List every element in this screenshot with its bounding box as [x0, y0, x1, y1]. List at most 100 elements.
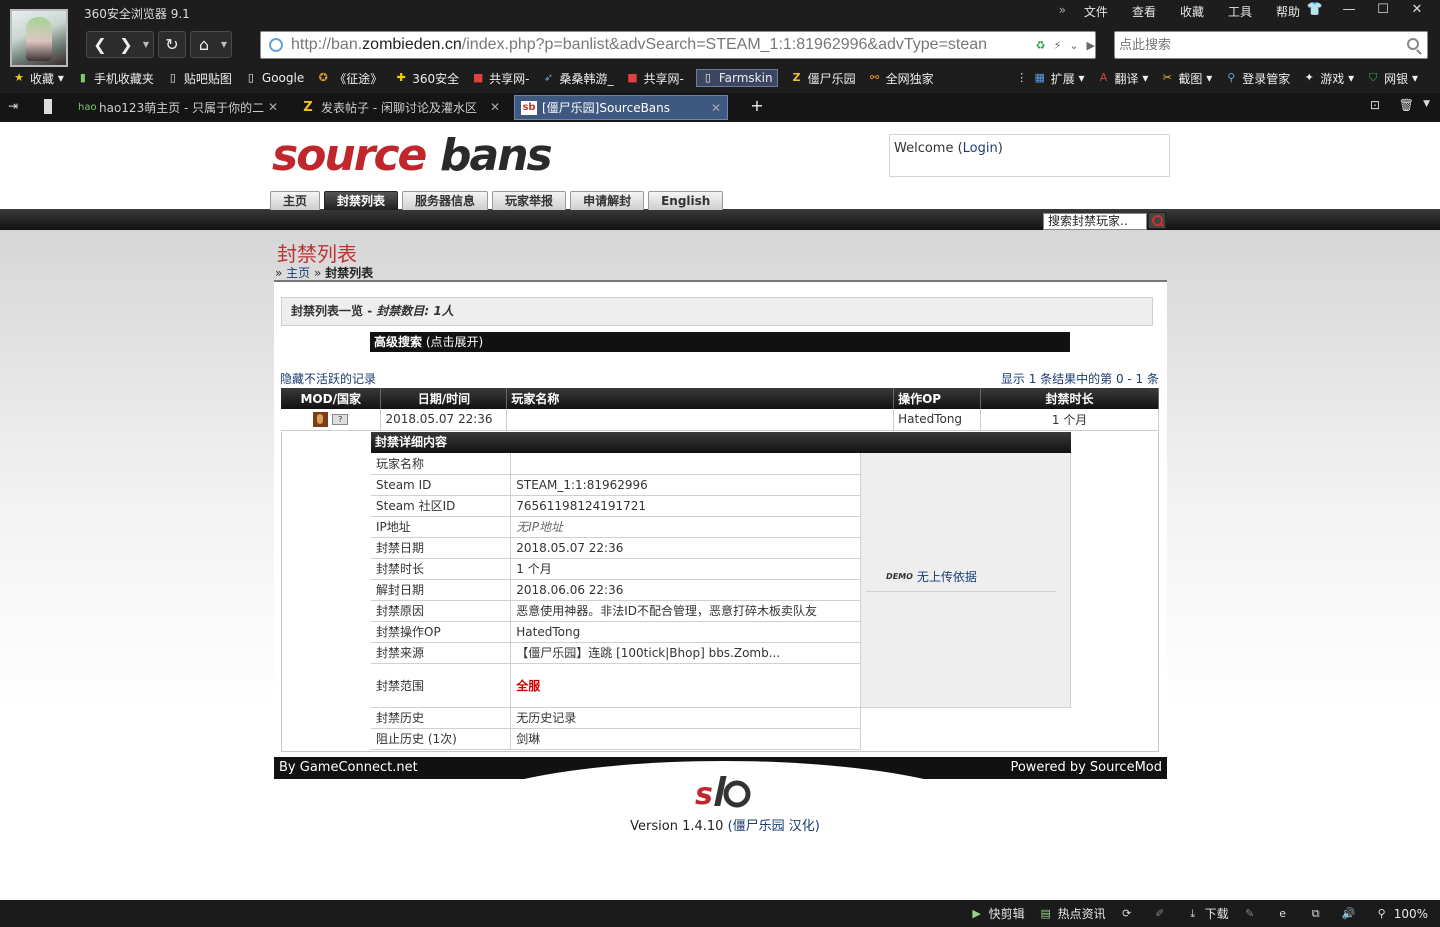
bookmark-mobile-favorites[interactable]: ▮ 手机收藏夹 — [76, 70, 154, 87]
home-button[interactable]: ⌂ — [191, 35, 217, 54]
breadcrumb-home[interactable]: 主页 — [286, 266, 310, 280]
hot-news-button[interactable]: ▤ 热点资讯 — [1039, 905, 1105, 922]
detail-scope: 全服 — [510, 663, 862, 708]
volume-icon[interactable]: 🔊 — [1342, 907, 1361, 921]
game-icon: ✪ — [318, 71, 328, 84]
maximize-button[interactable]: ☐ — [1366, 0, 1400, 22]
refresh-button[interactable]: ↻ — [159, 35, 185, 54]
user-avatar[interactable] — [10, 9, 68, 67]
tab-sourcebans[interactable]: sb [僵尸乐园]SourceBans ✕ — [514, 95, 728, 120]
extensions-button[interactable]: ⋮ ▦ 扩展 ▾ — [1015, 70, 1084, 87]
restore-tab-icon[interactable]: ⊡ — [1370, 98, 1380, 112]
bookmark-tieba[interactable]: ▯ 贴吧贴图 — [166, 70, 232, 87]
hide-inactive-link[interactable]: 隐藏不活跃的记录 — [280, 370, 376, 387]
translate-button[interactable]: A 翻译 ▾ — [1097, 70, 1149, 87]
menu-collapse-icon[interactable]: » — [1053, 3, 1072, 20]
go-icon[interactable]: ▶ — [1087, 39, 1095, 52]
bank-button[interactable]: ⛉ 网银 ▾ — [1366, 70, 1418, 87]
forward-button[interactable]: ❯ — [113, 35, 139, 54]
bookmark-zombieden[interactable]: Z 僵尸乐园 — [790, 70, 856, 87]
bookmark-share-1[interactable]: ■ 共享网- — [471, 70, 530, 87]
gamepad-icon: ✦ — [1304, 71, 1314, 84]
version-link[interactable]: (僵尸乐园 汉化) — [728, 819, 820, 834]
sidebar-toggle-icon[interactable]: ⇥ — [8, 99, 18, 113]
plus-icon: ✚ — [396, 71, 406, 84]
close-tab-icon[interactable]: ✕ — [490, 100, 500, 114]
nav-english[interactable]: English — [648, 191, 724, 210]
clean-icon[interactable]: ✐ — [1153, 907, 1172, 921]
footer-credit-left[interactable]: By GameConnect.net — [279, 757, 418, 779]
login-manager-button[interactable]: ⚲ 登录管家 — [1224, 70, 1290, 87]
page-icon: ▯ — [169, 71, 176, 84]
bookmark-sangsang[interactable]: ➶ 桑桑韩游_ — [541, 70, 614, 87]
bookmark-farmskin[interactable]: ▯ Farmskin — [695, 69, 778, 87]
nav-report[interactable]: 玩家举报 — [492, 191, 567, 210]
tab-hao123[interactable]: hao hao123萌主页 - 只属于你的二 ✕ — [72, 95, 284, 120]
page-icon: ▯ — [247, 71, 254, 84]
site-info-icon[interactable] — [269, 38, 283, 52]
minimize-button[interactable]: — — [1332, 0, 1366, 22]
close-window-button[interactable]: ✕ — [1400, 0, 1434, 22]
tab-menu-icon[interactable]: ▼ — [1423, 99, 1430, 109]
reading-mode-icon[interactable] — [44, 99, 52, 114]
menu-tools[interactable]: 工具 — [1216, 3, 1264, 20]
address-bar[interactable]: http://ban.zombieden.cn/index.php?p=banl… — [260, 31, 1096, 59]
phone-icon: ▮ — [79, 71, 86, 84]
games-button[interactable]: ✦ 游戏 ▾ — [1302, 70, 1354, 87]
ban-search-input[interactable]: 搜索封禁玩家.. — [1043, 213, 1147, 230]
back-button[interactable]: ❮ — [87, 35, 113, 54]
bookmark-360[interactable]: ✚ 360安全 — [394, 70, 460, 87]
bookmark-favorites[interactable]: ★ 收藏 ▾ — [12, 70, 64, 87]
advanced-search-toggle[interactable]: 高级搜索 (点击展开) — [370, 332, 1070, 352]
tool-icon[interactable]: ✎ — [1243, 907, 1262, 921]
shield-icon: ⛉ — [1369, 71, 1378, 84]
tab-forum[interactable]: Z 发表帖子 - 闲聊讨论及灌水区 ✕ — [294, 95, 506, 120]
nav-banlist[interactable]: 封禁列表 — [324, 191, 399, 210]
home-dropdown-icon[interactable]: ▼ — [217, 40, 231, 49]
login-link[interactable]: Login — [963, 141, 998, 156]
demo-link[interactable]: DEMO 无上传依据 — [866, 568, 1057, 592]
ban-search-button[interactable] — [1148, 212, 1166, 229]
menu-file[interactable]: 文件 — [1072, 3, 1120, 20]
recycle-icon[interactable]: ♻ — [1036, 39, 1046, 52]
search-icon[interactable] — [1407, 38, 1419, 50]
screenshot-button[interactable]: ✂ 截图 ▾ — [1160, 70, 1212, 87]
bookmark-google[interactable]: ▯ Google — [244, 71, 304, 85]
bookmark-share-2[interactable]: ■ 共享网- — [626, 70, 684, 87]
new-tab-button[interactable]: + — [744, 96, 770, 118]
url-dropdown-icon[interactable]: ⌄ — [1069, 39, 1078, 52]
ban-count: 封禁数目: 1人 — [376, 304, 454, 318]
close-tab-icon[interactable]: ✕ — [711, 101, 721, 115]
bookmark-zhengtu[interactable]: ✪ 《征途》 — [316, 70, 383, 87]
skin-icon[interactable]: 👕 — [1298, 0, 1332, 22]
result-count: 显示 1 条结果中的第 0 - 1 条 — [1000, 372, 1159, 386]
detail-community-id[interactable]: 76561198124191721 — [510, 495, 862, 517]
download-button[interactable]: ⤓ 下载 — [1186, 905, 1228, 922]
speed-icon[interactable]: ⟳ — [1120, 907, 1139, 921]
footer-credit-right[interactable]: Powered by SourceMod — [1010, 757, 1162, 779]
nav-appeal[interactable]: 申请解封 — [570, 191, 645, 210]
table-row[interactable]: ? 2018.05.07 22:36 HatedTong 1 个月 — [281, 409, 1159, 431]
history-dropdown-icon[interactable]: ▼ — [139, 40, 153, 49]
close-tab-icon[interactable]: ✕ — [268, 100, 278, 114]
scissors-icon: ✂ — [1162, 71, 1173, 84]
ban-length: 1 个月 — [980, 409, 1159, 431]
zoom-control[interactable]: ⚲ 100% — [1375, 907, 1428, 921]
address-url[interactable]: http://ban.zombieden.cn/index.php?p=banl… — [291, 36, 1032, 54]
nav-servers[interactable]: 服务器信息 — [402, 191, 489, 210]
ban-details: 封禁详细内容 玩家名称 DEMO 无上传依据 Steam ID STEAM_1:1:… — [371, 432, 1071, 750]
menu-favorites[interactable]: 收藏 — [1168, 3, 1216, 20]
menu-view[interactable]: 查看 — [1120, 3, 1168, 20]
ie-icon[interactable]: e — [1276, 907, 1295, 921]
col-player: 玩家名称 — [506, 388, 895, 409]
sb-logo-icon: s — [695, 776, 751, 812]
sourcebans-logo[interactable]: source bans — [272, 132, 592, 180]
window-icon[interactable]: ⧉ — [1309, 907, 1328, 921]
nav-home[interactable]: 主页 — [270, 191, 321, 210]
lightning-icon[interactable]: ⚡ — [1054, 39, 1062, 52]
search-input[interactable] — [1115, 32, 1395, 58]
trash-icon[interactable]: 🗑 — [1399, 98, 1414, 112]
bookmark-exclusive[interactable]: ⚯ 全网独家 — [868, 70, 934, 87]
site-nav: 主页 封禁列表 服务器信息 玩家举报 申请解封 English — [270, 191, 724, 210]
quick-edit-button[interactable]: ▶ 快剪辑 — [970, 905, 1024, 922]
